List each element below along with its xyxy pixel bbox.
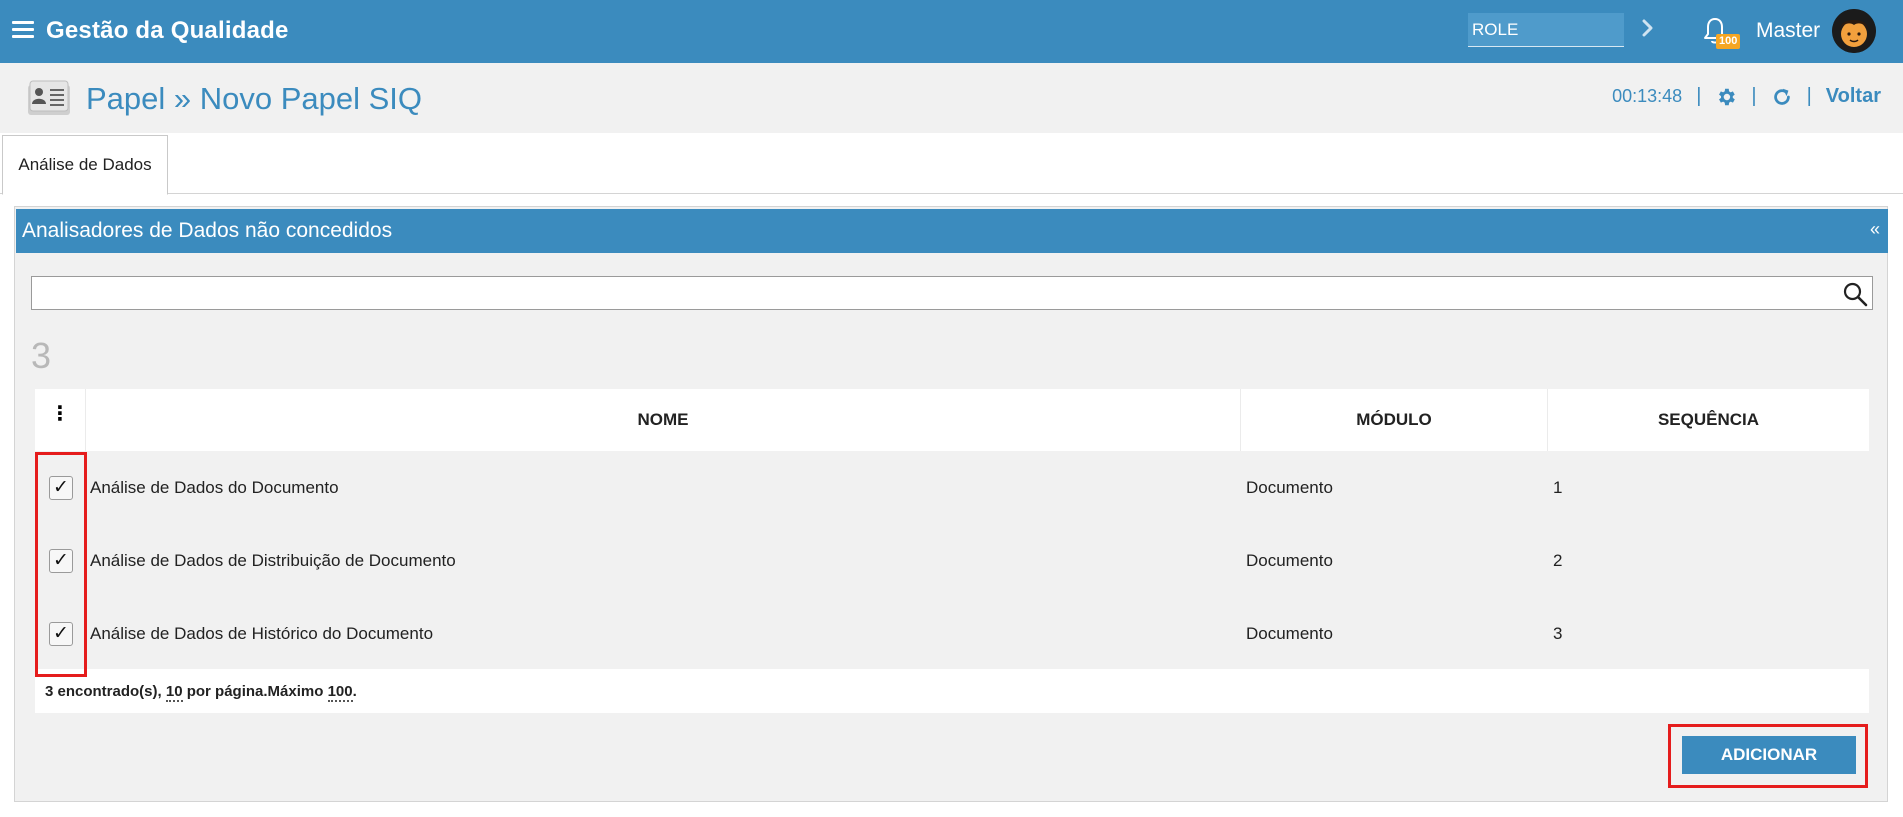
max-select[interactable]: 100 [327, 683, 353, 702]
page: Gestão da Qualidade ROLE 100 Master Pape… [0, 0, 1903, 817]
divider: | [1751, 85, 1757, 107]
cell-sequencia: 2 [1553, 551, 1563, 570]
footer-end: . [352, 683, 357, 700]
content-panel: Analisadores de Dados não concedidos « 3… [14, 206, 1888, 802]
cell-modulo: Documento [1246, 478, 1333, 497]
cell-modulo: Documento [1246, 624, 1333, 643]
per-page-select[interactable]: 10 [165, 683, 183, 702]
page-icon [28, 80, 70, 115]
collapse-icon[interactable]: « [1870, 219, 1880, 240]
table-row[interactable]: ✓ Análise de Dados de Distribuição de Do… [35, 524, 1869, 597]
header-actions: 00:13:48 | | | Voltar [1612, 85, 1881, 108]
tab-bar: Análise de Dados [0, 133, 1903, 195]
tab-analise-de-dados[interactable]: Análise de Dados [2, 135, 168, 195]
cell-nome: Análise de Dados de Distribuição de Docu… [90, 551, 456, 570]
result-count: 3 [31, 335, 52, 376]
table-footer: 3 encontrado(s), 10 por página.Máximo 10… [35, 669, 1869, 713]
page-header: Papel » Novo Papel SIQ 00:13:48 | | | Vo… [0, 63, 1903, 133]
refresh-icon[interactable] [1771, 86, 1793, 108]
row-checkbox[interactable]: ✓ [49, 622, 73, 646]
table-header: ⋮ NOME MÓDULO SEQUÊNCIA [35, 389, 1869, 451]
column-header-modulo[interactable]: MÓDULO [1240, 389, 1547, 451]
cell-sequencia: 1 [1553, 478, 1563, 497]
panel-header: Analisadores de Dados não concedidos « [16, 209, 1888, 253]
column-header-nome[interactable]: NOME [85, 389, 1240, 451]
column-header-sequencia[interactable]: SEQUÊNCIA [1547, 389, 1869, 451]
add-button[interactable]: ADICIONAR [1682, 736, 1856, 774]
notification-badge: 100 [1716, 34, 1741, 49]
gear-icon[interactable] [1715, 86, 1737, 108]
divider: | [1806, 85, 1812, 107]
per-page-text: por página.Máximo [182, 683, 328, 700]
cell-nome: Análise de Dados do Documento [90, 478, 339, 497]
app-title: Gestão da Qualidade [46, 17, 289, 44]
chevron-right-icon[interactable] [1640, 16, 1656, 40]
breadcrumb: Papel » Novo Papel SIQ [86, 81, 423, 116]
cell-sequencia: 3 [1553, 624, 1563, 643]
row-checkbox[interactable]: ✓ [49, 476, 73, 500]
menu-icon[interactable] [12, 21, 34, 39]
search-icon[interactable] [1842, 281, 1868, 307]
back-link[interactable]: Voltar [1826, 85, 1881, 108]
avatar[interactable] [1832, 9, 1876, 53]
found-text: 3 encontrado(s), [45, 683, 166, 700]
data-table: ⋮ NOME MÓDULO SEQUÊNCIA ✓ Análise de Dad… [35, 389, 1869, 713]
kebab-icon[interactable]: ⋮ [35, 389, 85, 451]
session-timer: 00:13:48 [1612, 86, 1683, 106]
table-row[interactable]: ✓ Análise de Dados do Documento Document… [35, 451, 1869, 524]
cell-nome: Análise de Dados de Histórico do Documen… [90, 624, 434, 643]
user-name[interactable]: Master [1756, 19, 1820, 43]
divider: | [1696, 85, 1702, 107]
role-field[interactable]: ROLE [1468, 13, 1624, 47]
top-bar: Gestão da Qualidade ROLE 100 Master [0, 0, 1903, 63]
table-row[interactable]: ✓ Análise de Dados de Histórico do Docum… [35, 597, 1869, 670]
search-box [31, 276, 1873, 310]
panel-title: Analisadores de Dados não concedidos [22, 219, 393, 242]
cell-modulo: Documento [1246, 551, 1333, 570]
row-checkbox[interactable]: ✓ [49, 549, 73, 573]
search-input[interactable] [32, 277, 1822, 307]
